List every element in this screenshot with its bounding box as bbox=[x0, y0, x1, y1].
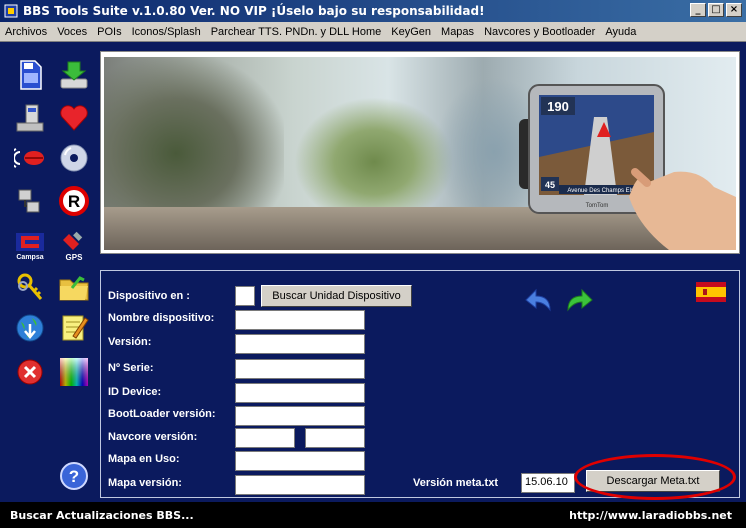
menu-parchear[interactable]: Parchear TTS. PNDn. y DLL Home bbox=[206, 26, 387, 38]
keys-icon[interactable] bbox=[12, 270, 48, 306]
navcore-field-1[interactable] bbox=[235, 428, 295, 448]
map-in-use-label: Mapa en Uso: bbox=[108, 453, 180, 465]
map-version-field[interactable] bbox=[235, 475, 365, 495]
navcore-label: Navcore versión: bbox=[108, 431, 198, 443]
close-button[interactable]: × bbox=[726, 3, 742, 17]
check-updates-link[interactable]: Buscar Actualizaciones BBS... bbox=[10, 509, 194, 522]
voice-lips-icon[interactable] bbox=[12, 140, 48, 176]
bootloader-field[interactable] bbox=[235, 406, 365, 426]
website-link[interactable]: http://www.laradiobbs.net bbox=[569, 509, 732, 522]
menu-mapas[interactable]: Mapas bbox=[436, 26, 479, 38]
version-label: Versión: bbox=[108, 336, 152, 348]
menu-archivos[interactable]: Archivos bbox=[0, 26, 52, 38]
svg-text:R: R bbox=[68, 192, 80, 211]
serial-label: Nº Serie: bbox=[108, 362, 154, 374]
bootloader-label: BootLoader versión: bbox=[108, 408, 216, 420]
meta-version-label: Versión meta.txt bbox=[413, 477, 498, 489]
device-label: Dispositivo en : bbox=[108, 290, 190, 302]
id-device-label: ID Device: bbox=[108, 386, 162, 398]
campsa-label: Campsa bbox=[16, 254, 43, 261]
serial-field[interactable] bbox=[235, 359, 365, 379]
menu-iconos-splash[interactable]: Iconos/Splash bbox=[127, 26, 206, 38]
device-drive-field[interactable] bbox=[235, 286, 255, 306]
sd-card-icon[interactable] bbox=[12, 57, 48, 93]
app-icon bbox=[3, 3, 19, 19]
svg-text:?: ? bbox=[69, 467, 79, 486]
status-bar: Buscar Actualizaciones BBS... http://www… bbox=[0, 502, 746, 528]
gps-device-illustration: 190 45 Avenue Des Champs Elysées TomTom bbox=[519, 84, 736, 250]
map-in-use-field[interactable] bbox=[235, 451, 365, 471]
notepad-pencil-icon[interactable] bbox=[56, 310, 92, 346]
device-info-panel bbox=[100, 270, 740, 498]
title-bar[interactable]: BBS Tools Suite v.1.0.80 Ver. NO VIP ¡Ús… bbox=[0, 0, 746, 22]
help-question-icon[interactable]: ? bbox=[56, 458, 92, 494]
device-name-field[interactable] bbox=[235, 310, 365, 330]
device-name-label: Nombre dispositivo: bbox=[108, 312, 215, 324]
registered-r-icon[interactable]: R bbox=[56, 183, 92, 219]
navcore-field-2[interactable] bbox=[305, 428, 365, 448]
disc-icon[interactable] bbox=[56, 140, 92, 176]
app-window: BBS Tools Suite v.1.0.80 Ver. NO VIP ¡Ús… bbox=[0, 0, 746, 528]
menu-voces[interactable]: Voces bbox=[52, 26, 92, 38]
menu-navcores-bootloader[interactable]: Navcores y Bootloader bbox=[479, 26, 600, 38]
heart-icon[interactable] bbox=[56, 100, 92, 136]
menu-ayuda[interactable]: Ayuda bbox=[600, 26, 641, 38]
close-x-icon[interactable] bbox=[12, 354, 48, 390]
folder-icon[interactable] bbox=[56, 270, 92, 306]
gps-speed: 190 bbox=[547, 99, 569, 114]
campsa-logo-icon[interactable]: Campsa bbox=[12, 226, 48, 264]
gps-distance: 45 bbox=[545, 180, 555, 190]
find-device-button[interactable]: Buscar Unidad Dispositivo bbox=[261, 285, 412, 307]
download-meta-button[interactable]: Descargar Meta.txt bbox=[586, 470, 720, 492]
undo-arrow-icon[interactable] bbox=[522, 288, 554, 312]
plug-icon[interactable] bbox=[12, 183, 48, 219]
gps-satellite-icon[interactable]: GPS bbox=[56, 226, 92, 264]
maximize-button[interactable]: □ bbox=[708, 3, 724, 17]
download-drive-icon[interactable] bbox=[56, 57, 92, 93]
gps-label: GPS bbox=[66, 253, 84, 262]
menu-bar: Archivos Voces POIs Iconos/Splash Parche… bbox=[0, 22, 746, 42]
redo-arrow-icon[interactable] bbox=[564, 288, 596, 312]
minimize-button[interactable]: _ bbox=[690, 3, 706, 17]
gps-brand: TomTom bbox=[586, 203, 609, 209]
banner-image: 190 45 Avenue Des Champs Elysées TomTom bbox=[104, 57, 736, 250]
globe-download-icon[interactable] bbox=[12, 310, 48, 346]
window-title: BBS Tools Suite v.1.0.80 Ver. NO VIP ¡Ús… bbox=[23, 4, 485, 18]
menu-pois[interactable]: POIs bbox=[92, 26, 126, 38]
version-field[interactable] bbox=[235, 334, 365, 354]
map-version-label: Mapa versión: bbox=[108, 477, 182, 489]
meta-version-field[interactable]: 15.06.10 bbox=[521, 473, 575, 493]
id-device-field[interactable] bbox=[235, 383, 365, 403]
spain-flag-icon[interactable] bbox=[696, 282, 726, 302]
menu-keygen[interactable]: KeyGen bbox=[386, 26, 436, 38]
color-palette-icon[interactable] bbox=[56, 354, 92, 390]
computer-icon[interactable] bbox=[12, 100, 48, 136]
